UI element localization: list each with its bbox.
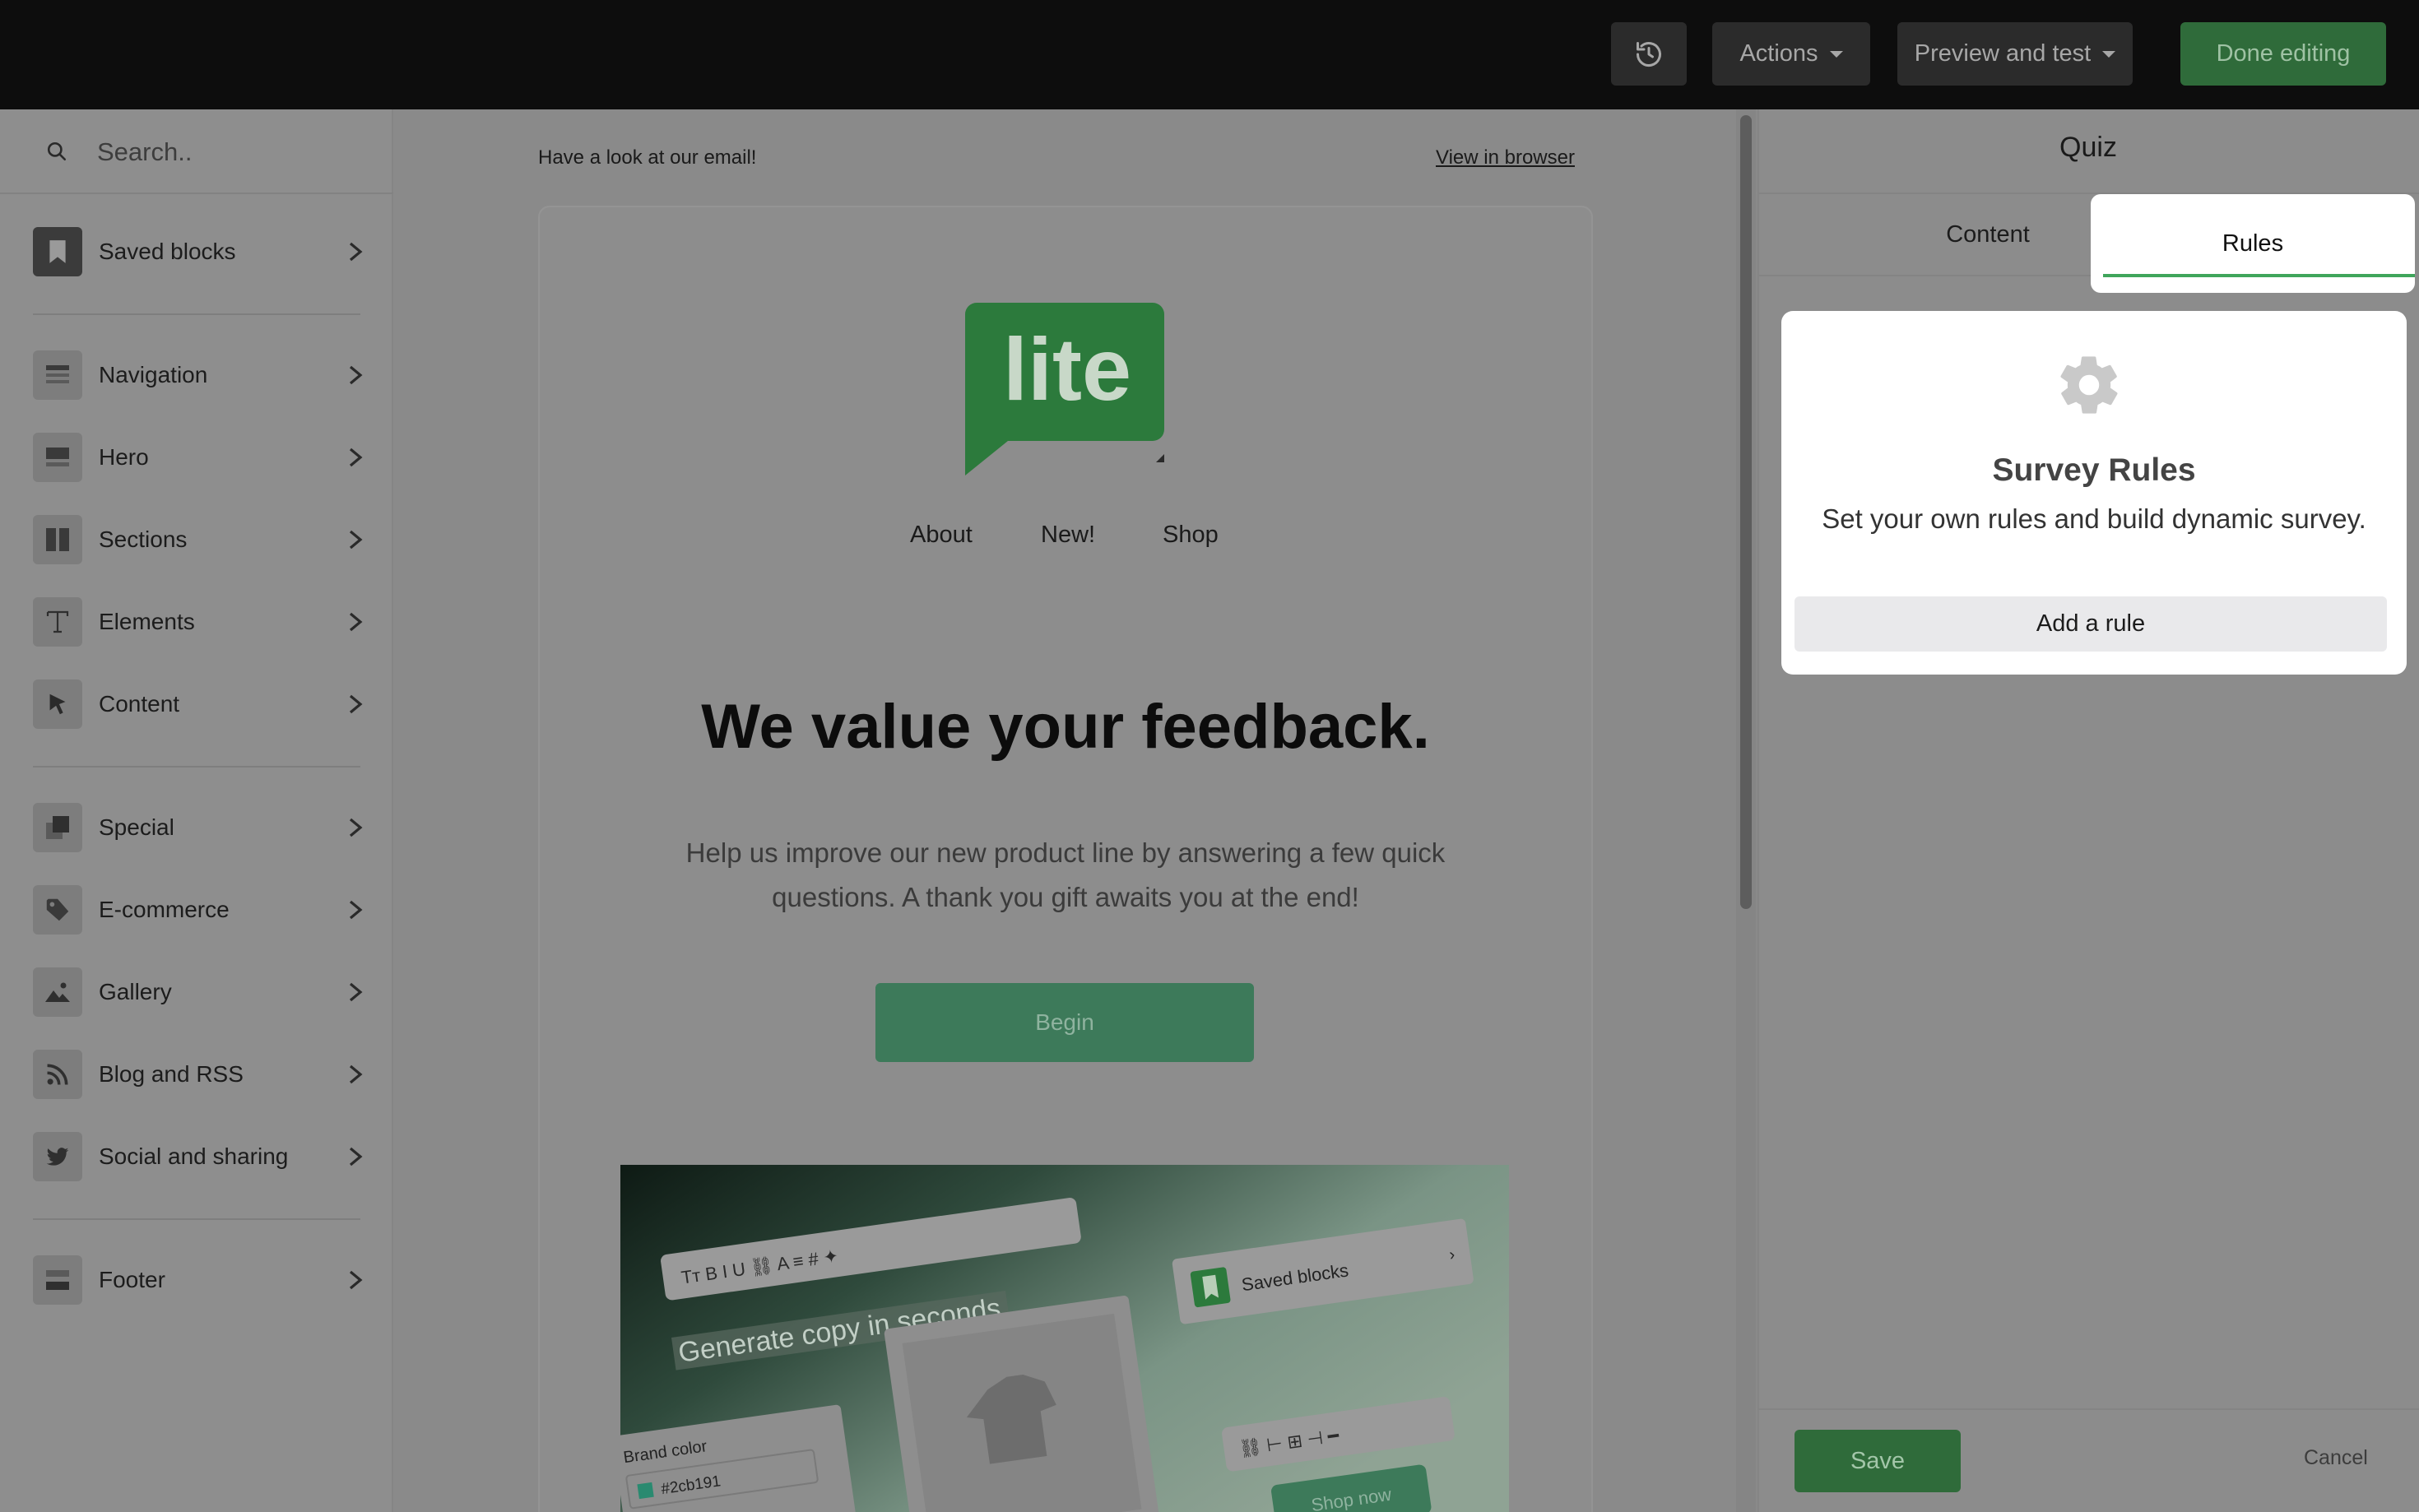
nav-link-about[interactable]: About [910,522,973,549]
sidebar-item-label: Saved blocks [99,239,236,264]
nav-link-new[interactable]: New! [1041,522,1095,549]
sidebar-item-elements[interactable]: Elements [0,589,393,655]
chevron-right-icon [349,1064,363,1084]
sidebar-item-label: Sections [99,526,188,552]
chevron-right-icon [349,365,363,385]
chevron-right-icon [349,448,363,467]
bookmark-icon [33,227,82,276]
sidebar-item-special[interactable]: Special [0,795,393,860]
chevron-right-icon [349,242,363,262]
save-button[interactable]: Save [1795,1430,1961,1492]
sidebar-item-e-commerce[interactable]: E-commerce [0,877,393,943]
chevron-right-icon [349,612,363,632]
caret-down-icon [2102,50,2116,58]
sidebar-item-saved-blocks[interactable]: Saved blocks [0,219,393,285]
sidebar-item-social-and-sharing[interactable]: Social and sharing [0,1124,393,1190]
text-icon [33,597,82,647]
preview-label: Preview and test [1914,40,2092,67]
active-tab-indicator [2103,274,2415,277]
sidebar-item-label: Hero [99,444,149,470]
history-button[interactable] [1611,22,1687,86]
actions-label: Actions [1739,40,1818,67]
logo-text: lite [1003,319,1131,419]
gear-icon [2060,356,2118,414]
sidebar-item-label: Blog and RSS [99,1061,244,1087]
actions-dropdown[interactable]: Actions [1712,22,1870,86]
sidebar-item-label: Special [99,814,174,840]
preview-and-test-dropdown[interactable]: Preview and test [1897,22,2133,86]
search-icon [47,141,67,161]
sections-icon [33,515,82,564]
caret-down-icon [1829,50,1843,58]
sidebar-item-label: E-commerce [99,897,230,922]
canvas-scrollbar-thumb[interactable] [1740,115,1752,909]
add-rule-button[interactable]: Add a rule [1795,596,2387,652]
sidebar-item-footer[interactable]: Footer [0,1247,393,1313]
sidebar-item-blog-and-rss[interactable]: Blog and RSS [0,1041,393,1107]
history-icon [1637,41,1661,67]
sidebar-item-label: Content [99,691,180,717]
search-input[interactable] [97,132,369,172]
tab-rules[interactable]: Rules [2091,194,2415,293]
chevron-right-icon [349,530,363,550]
rss-icon [33,1050,82,1099]
sidebar-item-sections[interactable]: Sections [0,507,393,573]
chevron-right-icon [349,1270,363,1290]
email-headline: We value your feedback. [701,692,1430,762]
done-editing-button[interactable]: Done editing [2180,22,2386,86]
chevron-right-icon [349,1147,363,1166]
hero-icon [33,433,82,482]
sidebar-item-navigation[interactable]: Navigation [0,342,393,408]
footer-icon [33,1255,82,1305]
sidebar-divider [33,1218,360,1220]
twitter-icon [33,1132,82,1181]
sidebar-item-label: Social and sharing [99,1143,289,1169]
search-bar [0,109,393,194]
sidebar-item-label: Elements [99,609,195,634]
cursor-icon [33,679,82,729]
chevron-right-icon [349,900,363,920]
panel-footer-divider [1757,1408,2419,1410]
chevron-right-icon [349,694,363,714]
sidebar-item-content[interactable]: Content [0,671,393,737]
email-subtext: Help us improve our new product line by … [685,837,1446,912]
panel-title: Quiz [2059,132,2117,163]
view-in-browser-link[interactable]: View in browser [1436,146,1575,169]
blocks-sidebar: Saved blocks Navigation Hero Sections El… [0,109,393,1512]
begin-button[interactable]: Begin [875,983,1254,1062]
tag-icon [33,885,82,935]
nav-link-shop[interactable]: Shop [1163,522,1219,549]
sidebar-item-label: Navigation [99,362,208,387]
sidebar-item-hero[interactable]: Hero [0,424,393,490]
sidebar-item-label: Gallery [99,979,172,1004]
brand-logo: lite [965,303,1164,475]
survey-rules-title: Survey Rules [1992,452,2196,488]
chevron-right-icon [349,982,363,1002]
sidebar-item-label: Footer [99,1267,165,1292]
cancel-button[interactable]: Cancel [2304,1446,2368,1470]
preheader-text: Have a look at our email! [538,146,757,169]
survey-rules-description: Set your own rules and build dynamic sur… [1822,503,2366,534]
chevron-right-icon [349,818,363,837]
sidebar-divider [33,766,360,768]
navigation-icon [33,350,82,400]
sidebar-divider [33,313,360,315]
image-icon [33,967,82,1017]
special-icon [33,803,82,852]
promo-image: Tт B I U ⛓ A ≡ # ✦ Generate copy in seco… [620,1165,1509,1512]
sidebar-item-gallery[interactable]: Gallery [0,959,393,1025]
